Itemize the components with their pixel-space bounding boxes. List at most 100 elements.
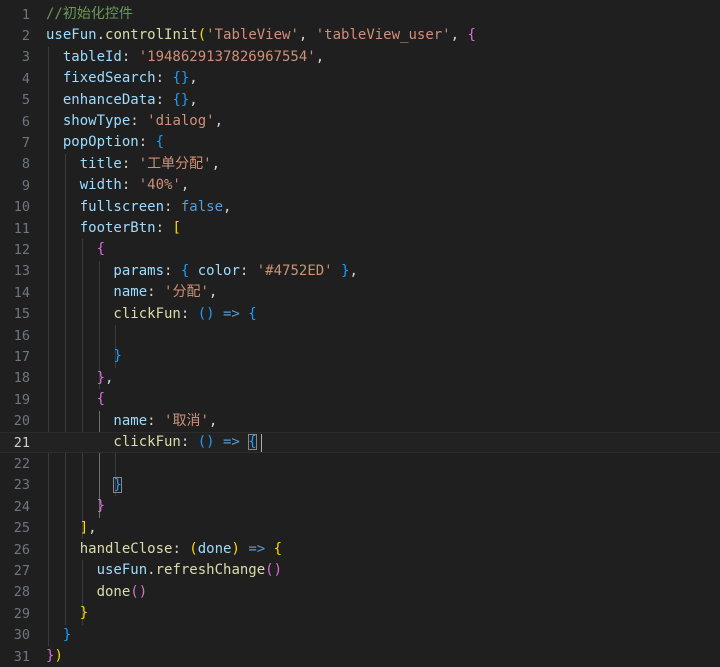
code-line[interactable]: 22 — [0, 453, 720, 474]
code-token: , — [208, 412, 218, 429]
code-token: , — [88, 519, 97, 536]
code-token: useFun — [46, 562, 148, 579]
code-line[interactable]: 21 clickFun: () => { — [0, 432, 720, 453]
code-line[interactable]: 12 { — [0, 239, 720, 260]
code-token: , — [189, 91, 198, 108]
code-line[interactable]: 1 //初始化控件 — [0, 4, 720, 25]
code-token: : — [155, 70, 173, 87]
code-token: ( — [189, 541, 198, 557]
code-token: { — [96, 241, 106, 258]
code-token: '#4752ED' — [256, 262, 333, 279]
code-token: handleClose — [46, 541, 173, 557]
code-line[interactable]: 26 handleClose: (done) => { — [0, 539, 720, 560]
code-token: () — [197, 305, 215, 322]
code-token: => — [214, 305, 249, 322]
code-text: tableId: '1948629137826967554', — [46, 47, 324, 68]
code-token: name — [46, 284, 148, 301]
line-number: 4 — [21, 70, 30, 87]
code-token: } — [113, 476, 122, 493]
code-line[interactable]: 5 enhanceData: {}, — [0, 90, 720, 111]
code-text: } — [46, 496, 105, 517]
code-text: ], — [46, 518, 97, 539]
code-token: {} — [172, 91, 190, 108]
code-token: '40%' — [138, 177, 181, 194]
code-token: { — [273, 541, 283, 557]
code-line[interactable]: 28 done() — [0, 582, 720, 603]
code-text: useFun.refreshChange() — [46, 560, 282, 581]
code-token: () — [265, 562, 283, 579]
code-token: => — [239, 541, 274, 557]
code-text: { — [46, 239, 105, 260]
code-token: : — [172, 541, 190, 557]
code-token: , — [315, 48, 325, 65]
code-token: 'dialog' — [147, 113, 215, 129]
code-line[interactable]: 13 params: { color: '#4752ED' }, — [0, 261, 720, 282]
code-token: : — [147, 284, 165, 301]
code-line[interactable]: 29 } — [0, 603, 720, 624]
code-text: } — [46, 346, 121, 367]
code-token: '分配' — [164, 284, 209, 301]
code-token: , — [189, 70, 198, 87]
code-token: , — [105, 369, 114, 386]
code-editor[interactable]: 1//初始化控件 2 useFun.controlInit('TableView',… — [0, 0, 720, 665]
code-line[interactable]: 18 }, — [0, 368, 720, 389]
code-token: fullscreen — [46, 198, 165, 215]
code-line[interactable]: 7 popOption: { — [0, 132, 720, 153]
code-line[interactable]: 3 tableId: '1948629137826967554', — [0, 47, 720, 68]
line-number: 10 — [13, 199, 30, 216]
code-token: . — [96, 27, 106, 44]
code-line[interactable]: 4 fixedSearch: {}, — [0, 68, 720, 89]
code-token: width — [46, 177, 122, 194]
code-line[interactable]: 11 footerBtn: [ — [0, 218, 720, 239]
code-text: showType: 'dialog', — [46, 111, 223, 132]
code-line[interactable]: 9 width: '40%', — [0, 175, 720, 196]
code-line[interactable]: 30 } — [0, 625, 720, 646]
code-token: done — [46, 583, 131, 600]
code-token: 'tableView_user' — [315, 27, 451, 44]
code-token: name — [46, 412, 148, 429]
code-token: 'TableView' — [206, 27, 299, 44]
code-token: : — [130, 113, 148, 129]
code-line[interactable]: 16 — [0, 325, 720, 346]
code-line[interactable]: 6 showType: 'dialog', — [0, 111, 720, 132]
code-token: ] — [79, 519, 89, 536]
line-number: 18 — [13, 370, 30, 387]
code-token: : — [239, 262, 257, 279]
code-token: : — [164, 198, 181, 215]
code-token: : — [164, 262, 181, 279]
code-text: clickFun: () => { — [46, 304, 256, 325]
code-token: () — [197, 434, 215, 450]
code-line[interactable]: 15 clickFun: () => { — [0, 304, 720, 325]
code-line[interactable]: 8 title: '工单分配', — [0, 154, 720, 175]
code-line[interactable]: 27 useFun.refreshChange() — [0, 560, 720, 581]
code-text: footerBtn: [ — [46, 218, 181, 239]
line-number: 17 — [13, 348, 30, 365]
line-number: 21 — [13, 434, 30, 451]
line-number: 3 — [21, 49, 30, 66]
code-token: ( — [197, 27, 207, 44]
code-token: refreshChange — [155, 562, 266, 579]
code-token: '取消' — [164, 412, 209, 429]
code-token: clickFun — [46, 434, 181, 450]
code-token: title — [46, 155, 122, 172]
code-line[interactable]: 2 useFun.controlInit('TableView', 'tableV… — [0, 25, 720, 46]
code-line[interactable]: 17 } — [0, 346, 720, 367]
code-token: , — [349, 262, 358, 279]
code-line[interactable]: 20 name: '取消', — [0, 411, 720, 432]
code-line[interactable]: 19 { — [0, 389, 720, 410]
code-token: , — [208, 284, 218, 301]
code-line[interactable]: 25 ], — [0, 518, 720, 539]
code-token: { — [248, 434, 257, 450]
code-line[interactable]: 23 } — [0, 475, 720, 496]
code-line[interactable]: 24 } — [0, 496, 720, 517]
code-line[interactable]: 10 fullscreen: false, — [0, 197, 720, 218]
line-number: 11 — [13, 220, 30, 237]
code-token: , — [214, 113, 224, 129]
code-line[interactable]: 14 name: '分配', — [0, 282, 720, 303]
code-text: } — [46, 475, 122, 496]
